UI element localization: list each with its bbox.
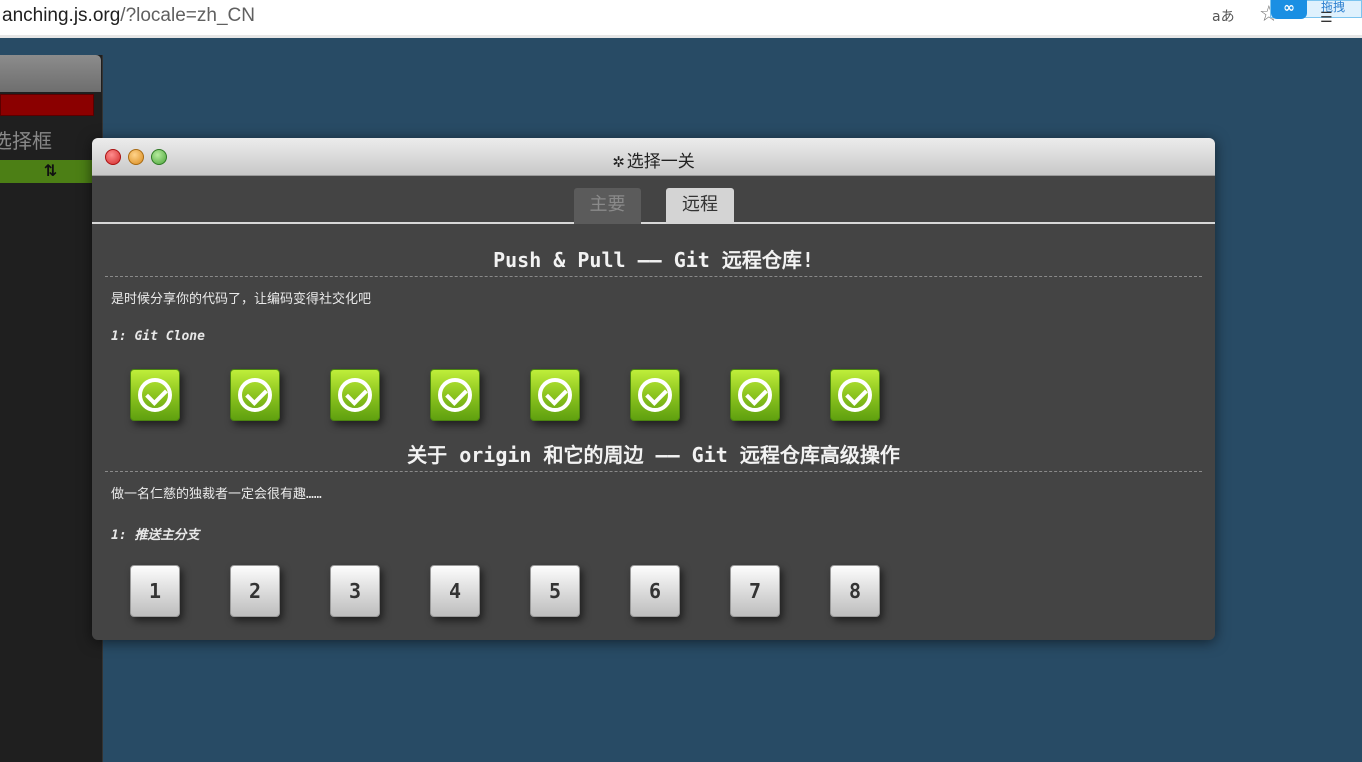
level-button[interactable]: 4 xyxy=(430,565,480,617)
level-button-completed[interactable] xyxy=(230,369,280,421)
checkmark-icon xyxy=(538,378,572,412)
gear-icon: ✲ xyxy=(612,153,625,171)
section-divider xyxy=(105,471,1202,472)
swap-icon: ⇅ xyxy=(43,161,58,180)
section-divider xyxy=(105,276,1202,277)
level-button[interactable]: 1 xyxy=(130,565,180,617)
level-select-dialog: ✲ 选择一关 主要 远程 Push & Pull —— Git 远程仓库! 是时候… xyxy=(92,138,1215,640)
reader-mode-icon[interactable]: aあ xyxy=(1212,6,1235,26)
sequence-label: 1: Git Clone xyxy=(111,329,205,344)
extension-badge[interactable]: ∞ 拖拽 xyxy=(1270,0,1362,19)
level-button-completed[interactable] xyxy=(730,369,780,421)
extension-logo-icon: ∞ xyxy=(1271,0,1307,19)
panel-red-bar xyxy=(0,94,94,116)
level-button-completed[interactable] xyxy=(630,369,680,421)
dialog-titlebar: ✲ 选择一关 xyxy=(92,138,1215,176)
url-path: /?locale=zh_CN xyxy=(120,5,255,26)
checkmark-icon xyxy=(738,378,772,412)
section-description: 是时候分享你的代码了，让编码变得社交化吧 xyxy=(111,292,372,307)
tab-remote[interactable]: 远程 xyxy=(666,188,734,224)
panel-label: 选择框 xyxy=(0,129,52,153)
url-text[interactable]: anching.js.org/?locale=zh_CN xyxy=(2,5,255,27)
section-title: Push & Pull —— Git 远程仓库! xyxy=(493,248,814,272)
dialog-title: ✲ 选择一关 xyxy=(92,147,1215,172)
level-button[interactable]: 3 xyxy=(330,565,380,617)
level-button-completed[interactable] xyxy=(430,369,480,421)
browser-address-bar[interactable]: anching.js.org/?locale=zh_CN aあ ☆ ∞ 拖拽 ☰ xyxy=(0,0,1362,38)
checkmark-icon xyxy=(438,378,472,412)
menu-icon[interactable]: ☰ xyxy=(1320,10,1333,26)
section-title: 关于 origin 和它的周边 —— Git 远程仓库高级操作 xyxy=(407,443,900,467)
level-button-completed[interactable] xyxy=(130,369,180,421)
level-button[interactable]: 6 xyxy=(630,565,680,617)
dialog-title-text: 选择一关 xyxy=(626,152,695,172)
level-button[interactable]: 8 xyxy=(830,565,880,617)
panel-header xyxy=(0,55,101,92)
panel-toggle-button[interactable]: ⇅ xyxy=(0,160,101,183)
section-description: 做一名仁慈的独裁者一定会很有趣…… xyxy=(111,487,322,502)
sequence-label: 1: 推送主分支 xyxy=(111,528,200,543)
level-button-completed[interactable] xyxy=(330,369,380,421)
background-level-panel: 选择框 ⇅ xyxy=(0,55,103,762)
checkmark-icon xyxy=(838,378,872,412)
level-button[interactable]: 2 xyxy=(230,565,280,617)
url-host: anching.js.org xyxy=(2,5,121,26)
checkmark-icon xyxy=(138,378,172,412)
level-button-completed[interactable] xyxy=(830,369,880,421)
level-button-completed[interactable] xyxy=(530,369,580,421)
checkmark-icon xyxy=(338,378,372,412)
tab-bar: 主要 远程 xyxy=(92,176,1215,224)
tab-main[interactable]: 主要 xyxy=(574,188,641,224)
level-button[interactable]: 7 xyxy=(730,565,780,617)
checkmark-icon xyxy=(238,378,272,412)
level-button[interactable]: 5 xyxy=(530,565,580,617)
checkmark-icon xyxy=(638,378,672,412)
